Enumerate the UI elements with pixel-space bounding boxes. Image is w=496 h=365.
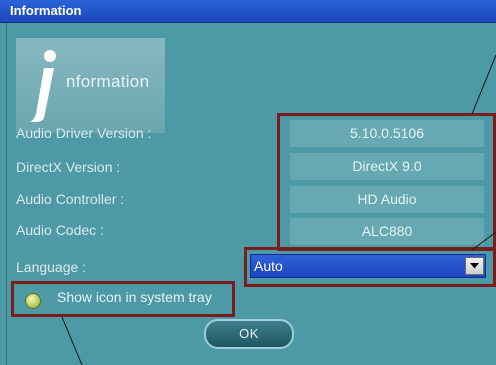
audio-controller-label: Audio Controller :	[16, 191, 125, 207]
audio-codec-label: Audio Codec :	[16, 222, 104, 238]
language-label: Language :	[16, 259, 87, 275]
title-bar: Information	[0, 0, 496, 23]
logo-text: nformation	[66, 72, 150, 91]
information-window: Information nformation Audio Driver Vers…	[0, 0, 496, 365]
language-highlight-frame	[244, 247, 496, 287]
info-i-icon	[30, 50, 56, 122]
values-highlight-frame	[277, 113, 496, 251]
window-title: Information	[10, 3, 82, 18]
tray-highlight-frame	[11, 281, 235, 317]
ok-button[interactable]: OK	[204, 319, 294, 349]
directx-version-label: DirectX Version :	[16, 159, 121, 175]
information-logo: nformation	[16, 38, 165, 133]
audio-driver-version-label: Audio Driver Version :	[16, 125, 152, 141]
